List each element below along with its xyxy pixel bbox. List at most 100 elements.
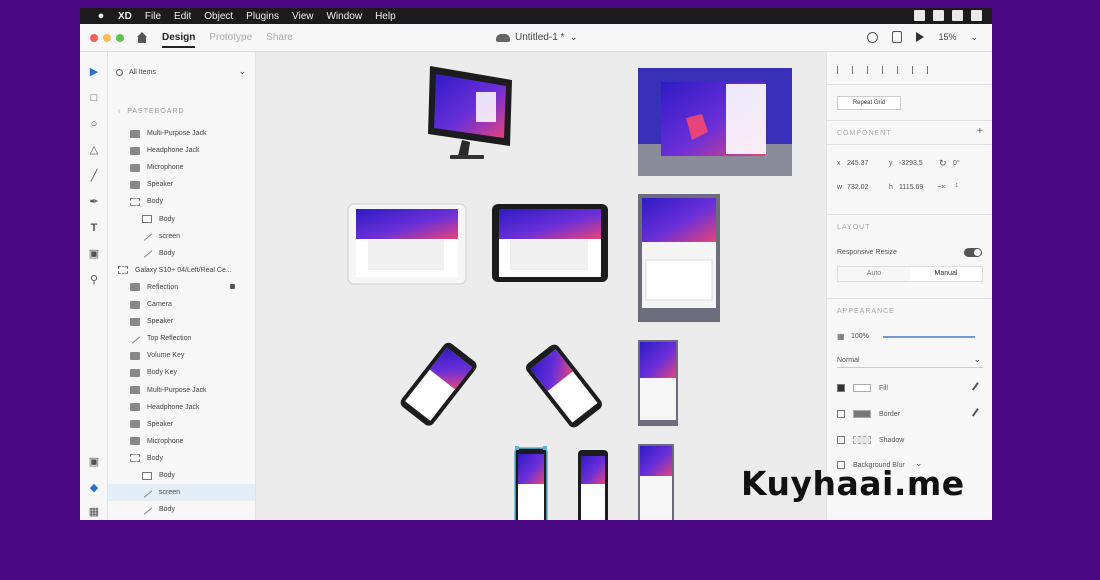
artboard-desktop[interactable] [638, 68, 792, 176]
h-value[interactable]: 1115.69 [899, 184, 923, 191]
layer-row[interactable]: Reflection [108, 279, 255, 296]
artboard-tablet[interactable] [638, 194, 720, 322]
w-value[interactable]: 732.02 [847, 184, 868, 191]
minimize-window-button[interactable] [103, 33, 111, 42]
plugins-icon[interactable]: ▦ [88, 506, 100, 518]
opacity-value[interactable]: 100% [851, 333, 869, 340]
phone-upright-selected[interactable] [514, 446, 548, 520]
layer-row[interactable]: Speaker [108, 416, 255, 433]
line-tool-icon[interactable]: ╱ [88, 170, 100, 182]
phone-upright-2[interactable] [578, 450, 608, 520]
layer-row[interactable]: iMac Pro 01/Left/Real Space [108, 518, 255, 520]
zoom-chevron-icon[interactable]: ⌄ [970, 32, 978, 43]
zoom-level[interactable]: 15% [938, 32, 956, 42]
dropbox-icon[interactable] [933, 10, 944, 21]
ipad-white-mockup[interactable] [347, 203, 467, 285]
align-middle-icon[interactable] [912, 66, 920, 74]
lock-aspect-icon[interactable]: −× [937, 184, 945, 191]
zoom-tool-icon[interactable]: ⚲ [88, 274, 100, 286]
device-preview-icon[interactable] [892, 31, 903, 43]
chevron-down-icon[interactable]: ⌄ [238, 66, 246, 77]
text-tool-icon[interactable]: T [88, 222, 100, 234]
repeat-grid-button[interactable]: Repeat Grid [837, 96, 901, 110]
document-title[interactable]: Untitled-1 * ⌄ [496, 32, 578, 43]
layer-search[interactable]: All Items ⌄ [116, 66, 250, 78]
status-window-icon[interactable] [952, 10, 963, 21]
phone-tilted-left[interactable] [398, 340, 479, 428]
layer-row[interactable]: Camera [108, 296, 255, 313]
lock-icon[interactable] [230, 283, 235, 289]
polygon-tool-icon[interactable]: △ [88, 144, 100, 156]
shadow-swatch[interactable] [853, 436, 871, 444]
layer-row[interactable]: Speaker [108, 313, 255, 330]
eyedropper-icon[interactable] [971, 408, 983, 419]
menu-window[interactable]: Window [326, 11, 362, 22]
artboard-tool-icon[interactable]: ▣ [88, 248, 100, 260]
align-center-icon[interactable] [852, 66, 860, 74]
layer-row[interactable]: Top Reflection [108, 330, 255, 347]
flip-icon[interactable]: ↕ [955, 182, 959, 189]
menu-help[interactable]: Help [375, 11, 396, 22]
layer-row[interactable]: Multi-Purpose Jack [108, 125, 255, 142]
resize-auto-option[interactable]: Auto [838, 267, 910, 281]
align-top-icon[interactable] [897, 66, 905, 74]
shadow-checkbox[interactable] [837, 436, 845, 444]
tab-share[interactable]: Share [266, 32, 293, 43]
select-tool-icon[interactable]: ▶ [88, 66, 100, 78]
y-value[interactable]: -3293.5 [899, 160, 923, 167]
assets-icon[interactable]: ▣ [88, 456, 100, 468]
status-grid-icon[interactable] [914, 10, 925, 21]
layer-row[interactable]: Headphone Jack [108, 399, 255, 416]
fill-swatch[interactable] [853, 384, 871, 392]
align-bottom-icon[interactable] [927, 66, 935, 74]
fill-checkbox[interactable] [837, 384, 845, 392]
zoom-window-button[interactable] [116, 33, 124, 42]
menu-view[interactable]: View [292, 11, 314, 22]
layer-row[interactable]: Speaker [108, 176, 255, 193]
apple-icon[interactable]: ● [94, 10, 108, 22]
layer-row[interactable]: Body [108, 501, 255, 518]
imac-mockup[interactable] [428, 66, 512, 159]
phone-upright-3[interactable] [638, 444, 674, 520]
layer-row[interactable]: screen [108, 484, 255, 502]
menu-edit[interactable]: Edit [174, 11, 191, 22]
menu-file[interactable]: File [145, 11, 161, 22]
ipad-black-mockup[interactable] [492, 204, 608, 282]
align-left-icon[interactable] [837, 66, 845, 74]
menu-xd[interactable]: XD [118, 11, 132, 22]
distribute-icon[interactable] [882, 66, 890, 74]
tab-design[interactable]: Design [162, 27, 196, 48]
ellipse-tool-icon[interactable]: ○ [88, 118, 100, 130]
layer-row[interactable]: Microphone [108, 159, 255, 176]
play-icon[interactable] [916, 32, 925, 42]
tab-prototype[interactable]: Prototype [209, 32, 252, 43]
layer-row[interactable]: Body Key [108, 364, 255, 381]
menu-object[interactable]: Object [204, 11, 233, 22]
phone-tilted-right[interactable] [524, 342, 605, 430]
menu-plugins[interactable]: Plugins [246, 11, 279, 22]
border-checkbox[interactable] [837, 410, 845, 418]
artboard-phone-1[interactable] [638, 340, 678, 426]
rectangle-tool-icon[interactable]: □ [88, 92, 100, 104]
layer-row[interactable]: screen [108, 228, 255, 245]
layer-row[interactable]: Body [108, 211, 255, 228]
layer-row[interactable]: Microphone [108, 433, 255, 450]
layer-row[interactable]: Headphone Jack [108, 142, 255, 159]
layer-row[interactable]: Body [108, 467, 255, 484]
home-icon[interactable] [136, 31, 148, 44]
layer-row[interactable]: Galaxy S10+ 04/Left/Real Ce... [108, 262, 255, 279]
layer-row[interactable]: Body [108, 245, 255, 262]
border-swatch[interactable] [853, 410, 871, 418]
opacity-slider[interactable] [883, 336, 975, 338]
resize-manual-option[interactable]: Manual [910, 267, 982, 281]
layer-row[interactable]: Volume Key [108, 347, 255, 364]
layer-row[interactable]: Body [108, 193, 255, 210]
x-value[interactable]: 245.37 [847, 160, 868, 167]
pen-tool-icon[interactable]: ✒ [88, 196, 100, 208]
close-window-button[interactable] [90, 33, 98, 42]
blend-mode-select[interactable]: Normal ⌄ [837, 354, 983, 368]
layer-row[interactable]: Multi-Purpose Jack [108, 382, 255, 399]
align-right-icon[interactable] [867, 66, 875, 74]
rotation-value[interactable]: 0° [953, 160, 960, 167]
add-component-icon[interactable]: + [977, 126, 983, 137]
